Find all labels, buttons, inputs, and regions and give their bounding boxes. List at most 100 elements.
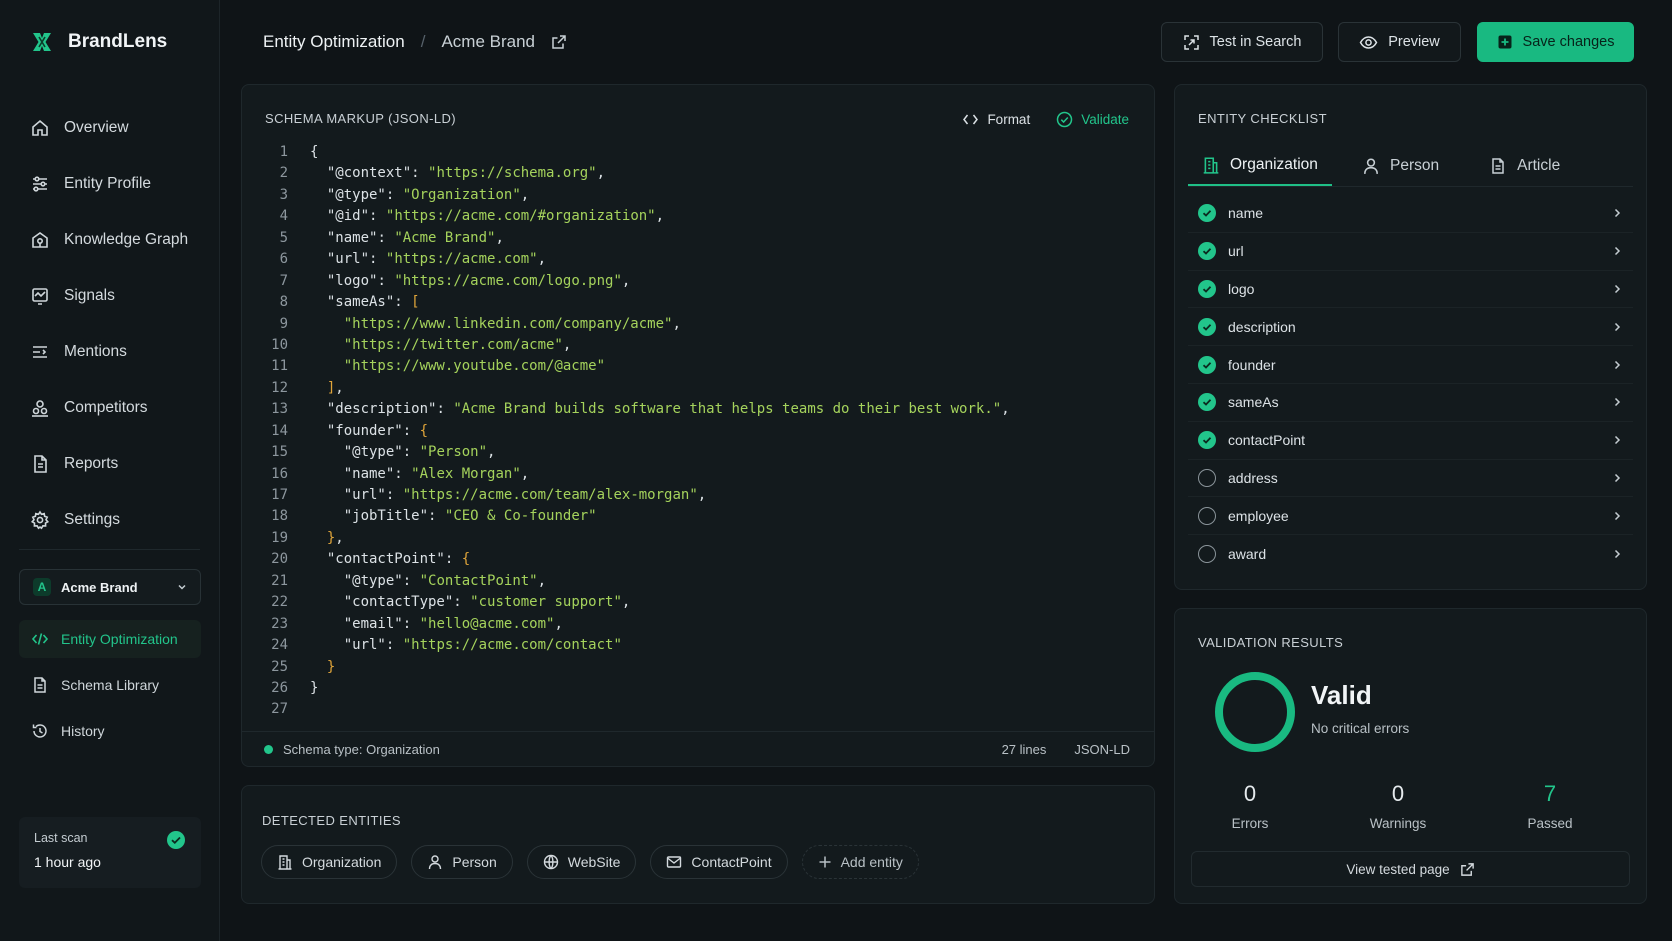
document-icon (31, 676, 49, 694)
home-icon (30, 118, 50, 138)
chevron-down-icon (176, 581, 188, 593)
checklist-item-name[interactable]: name (1188, 195, 1633, 233)
line-number: 17 (271, 487, 288, 503)
nav-item-signals[interactable]: Signals (30, 268, 210, 324)
code-text: } (326, 658, 336, 675)
line-number: 3 (279, 186, 288, 203)
entity-chip-organization[interactable]: Organization (261, 845, 398, 879)
brandlens-logo-icon (30, 30, 54, 54)
code-line: 25 } (264, 657, 1144, 678)
schema-type-label: Schema type: Organization (283, 742, 440, 757)
nav-label: Knowledge Graph (64, 231, 189, 248)
sub-nav-history[interactable]: History (19, 712, 201, 750)
checklist-item-label: employee (1228, 507, 1289, 524)
checklist-item-logo[interactable]: logo (1188, 271, 1633, 309)
chevron-right-icon (1611, 359, 1623, 371)
brand-switcher[interactable]: A Acme Brand (19, 569, 201, 605)
chevron-right-icon (1611, 283, 1623, 295)
check-circle-icon (1198, 317, 1216, 336)
report-icon (30, 454, 50, 474)
code-line: 15 "@type": "Person", (264, 442, 1144, 463)
chevron-right-icon (1611, 548, 1623, 560)
tab-person[interactable]: Person (1348, 145, 1453, 186)
checklist-item-label: founder (1228, 356, 1276, 373)
tab-article[interactable]: Article (1475, 145, 1574, 186)
tab-label: Person (1390, 156, 1440, 174)
breadcrumb-section[interactable]: Entity Optimization (263, 32, 405, 52)
checklist-item-contactpoint[interactable]: contactPoint (1188, 422, 1633, 460)
sub-nav-schema-library[interactable]: Schema Library (19, 666, 201, 704)
nav-item-overview[interactable]: Overview (30, 100, 210, 156)
graph-icon (30, 230, 50, 250)
entity-chip-contactpoint[interactable]: ContactPoint (650, 845, 788, 879)
chevron-right-icon (1611, 472, 1623, 484)
code-text: }, (326, 529, 344, 546)
checklist-item-award[interactable]: award (1188, 535, 1633, 573)
json-ld-editor[interactable]: 1{2 "@context": "https://schema.org", 3 "… (264, 142, 1144, 721)
view-tested-page-button[interactable]: View tested page (1191, 851, 1630, 887)
chevron-right-icon (1611, 396, 1623, 408)
nav-label: Signals (64, 287, 115, 304)
checklist-item-label: description (1228, 318, 1296, 335)
nav-item-knowledge-graph[interactable]: Knowledge Graph (30, 212, 210, 268)
code-text: } (310, 679, 319, 696)
checklist-item-label: url (1228, 243, 1244, 260)
valid-ring-icon (1214, 671, 1296, 753)
format-button[interactable]: Format (962, 111, 1030, 128)
checklist-item-label: award (1228, 546, 1267, 563)
checklist-item-description[interactable]: description (1188, 308, 1633, 347)
nav-label: Reports (64, 455, 119, 472)
checklist-item-label: address (1228, 469, 1278, 486)
code-text: "name": "Acme Brand", (326, 229, 504, 246)
code-text: "name": "Alex Morgan", (343, 465, 530, 482)
add-entity-button[interactable]: Add entity (801, 845, 919, 879)
validate-button[interactable]: Validate (1056, 111, 1129, 128)
nav-item-entity-profile[interactable]: Entity Profile (30, 156, 210, 212)
code-text: "contactPoint": { (326, 551, 471, 568)
nav-item-competitors[interactable]: Competitors (30, 380, 210, 436)
entity-chip-person[interactable]: Person (411, 845, 513, 879)
breadcrumb-page: Acme Brand (441, 32, 536, 51)
checklist-item-sameas[interactable]: sameAs (1188, 384, 1633, 422)
checklist-item-employee[interactable]: employee (1188, 497, 1633, 536)
stat-value: 0 (1391, 781, 1405, 806)
chevron-right-icon (1611, 321, 1623, 333)
checklist-item-address[interactable]: address (1188, 460, 1633, 498)
nav-item-mentions[interactable]: Mentions (30, 324, 210, 380)
line-count: 27 lines (1001, 742, 1047, 757)
checklist-item-founder[interactable]: founder (1188, 346, 1633, 384)
brand[interactable]: BrandLens (30, 30, 167, 54)
main-nav: Overview Entity Profile Knowledge Graph … (30, 100, 210, 548)
checklist-items: name url logo description founder sameAs conta… (1188, 195, 1633, 573)
code-line: 2 "@context": "https://schema.org", (264, 163, 1144, 184)
check-circle-icon (1198, 393, 1216, 412)
code-text: "description": "Acme Brand builds softwa… (326, 401, 1010, 418)
schema-panel-title: SCHEMA MARKUP (JSON-LD) (265, 111, 456, 126)
checklist-item-url[interactable]: url (1188, 233, 1633, 271)
code-text: "founder": { (326, 422, 429, 439)
code-line: 23 "email": "hello@acme.com", (264, 614, 1144, 635)
entity-chip-website[interactable]: WebSite (526, 845, 637, 879)
code-text: "https://www.linkedin.com/company/acme", (343, 315, 681, 332)
save-changes-button[interactable]: Save changes (1477, 22, 1634, 62)
nav-item-settings[interactable]: Settings (30, 492, 210, 548)
sub-nav-label: Schema Library (61, 677, 160, 693)
external-link-icon[interactable] (551, 34, 567, 50)
chevron-right-icon (1611, 245, 1623, 257)
empty-circle-icon (1198, 545, 1216, 564)
save-icon (1497, 34, 1513, 50)
nav-item-reports[interactable]: Reports (30, 436, 210, 492)
tab-organization[interactable]: Organization (1188, 145, 1332, 186)
sub-nav-entity-optimization[interactable]: Entity Optimization (19, 620, 201, 658)
external-link-icon (1460, 862, 1475, 877)
list-icon (30, 342, 50, 362)
line-number: 8 (279, 294, 288, 311)
format-badge: JSON-LD (1074, 742, 1130, 757)
scan-icon (1183, 34, 1200, 51)
line-number: 21 (271, 572, 288, 589)
tabs-divider (1188, 186, 1633, 187)
code-text: { (310, 144, 319, 160)
app-name: BrandLens (68, 31, 168, 52)
preview-button[interactable]: Preview (1338, 22, 1461, 62)
test-in-search-button[interactable]: Test in Search (1161, 22, 1323, 62)
